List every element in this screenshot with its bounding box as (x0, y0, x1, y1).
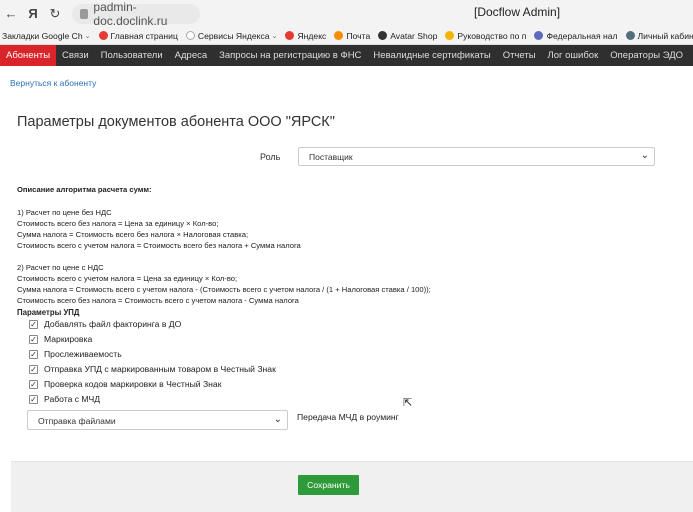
nav-item[interactable]: Лог ошибок (542, 45, 605, 66)
algo-block2-title: 2) Расчет по цене с НДС (17, 263, 104, 272)
checkbox-label: Работа с МЧД (44, 394, 101, 404)
lock-icon (80, 8, 89, 19)
reload-icon[interactable]: ↻ (44, 3, 66, 25)
algo-block1-title: 1) Расчет по цене без НДС (17, 208, 112, 217)
bookmark-item[interactable]: Avatar Shop (378, 31, 437, 41)
bookmark-favicon-icon (625, 31, 635, 40)
upd-params-title: Параметры УПД (17, 308, 80, 317)
bookmark-item[interactable]: Личный кабинет (625, 30, 693, 41)
algo-block2-line1: Стоимость всего с учетом налога = Цена з… (17, 274, 238, 283)
page-title: Параметры документов абонента ООО "ЯРСК" (17, 114, 335, 130)
back-to-subscriber-link[interactable]: Вернуться к абоненту (10, 78, 96, 88)
mchd-transfer-select[interactable]: Отправка файлами ⌄ (27, 410, 288, 430)
nav-item[interactable]: Пользователи (95, 45, 169, 66)
nav-item[interactable]: Отчеты (497, 45, 542, 66)
yandex-icon[interactable]: Я (22, 3, 44, 25)
bookmark-favicon-icon (185, 31, 195, 40)
save-button[interactable]: Сохранить (298, 475, 359, 495)
upd-option: ✓ Отправка УПД с маркированным товаром в … (29, 364, 276, 374)
back-arrow-icon[interactable]: ← (0, 3, 22, 25)
bookmark-item[interactable]: Почта (334, 31, 370, 41)
algorithm-title: Описание алгоритма расчета сумм: (17, 185, 152, 194)
bookmark-item[interactable]: Федеральная нал (534, 30, 618, 41)
nav-item[interactable]: E-mail поста (689, 45, 693, 66)
bookmark-label: Почта (346, 30, 371, 41)
chevron-down-icon: ⌄ (273, 414, 282, 425)
bookmark-favicon-icon (378, 31, 388, 40)
algo-block2-line3: Стоимость всего без налога = Стоимость в… (17, 296, 299, 305)
checkbox[interactable]: ✓ (29, 379, 38, 389)
bookmark-label: Avatar Shop (390, 30, 438, 41)
bookmark-label: Закладки Google Ch (2, 30, 83, 41)
checkbox-label: Прослеживаемость (44, 349, 122, 359)
address-bar[interactable]: padmin-doc.doclink.ru (72, 0, 200, 28)
checkbox[interactable]: ✓ (29, 349, 38, 359)
algo-block1-line2: Сумма налога = Стоимость всего без налог… (17, 230, 249, 239)
bookmark-item[interactable]: Главная страниц (98, 30, 178, 41)
upd-option: ✓ Добавлять файл факторинга в ДО (29, 319, 181, 329)
bookmark-favicon-icon (334, 31, 344, 40)
checkbox-label: Маркировка (44, 334, 93, 344)
mchd-select-value: Отправка файлами (38, 416, 116, 426)
browser-page-title: [Docflow Admin] (474, 5, 561, 19)
bookmark-favicon-icon (98, 31, 108, 40)
algo-block1-line3: Стоимость всего с учетом налога = Стоимо… (17, 241, 301, 250)
bookmark-favicon-icon (445, 31, 455, 40)
algo-block1-line1: Стоимость всего без налога = Цена за еди… (17, 219, 219, 228)
checkbox[interactable]: ✓ (29, 334, 38, 344)
browser-toolbar: ← Я ↻ padmin-doc.doclink.ru (0, 0, 693, 28)
role-select-value: Поставщик (309, 152, 353, 162)
checkbox-label: Отправка УПД с маркированным товаром в Ч… (44, 364, 276, 374)
checkbox-label: Добавлять файл факторинга в ДО (44, 319, 182, 329)
algo-block2-line2: Сумма налога = Стоимость всего с учетом … (17, 285, 431, 294)
bookmark-item[interactable]: Сервисы Яндекса ⌄ (185, 30, 278, 41)
chevron-down-icon: ⌄ (84, 32, 91, 40)
role-select[interactable]: Поставщик ⌄ (298, 147, 655, 166)
bookmark-label: Главная страниц (110, 30, 178, 41)
checkbox[interactable]: ✓ (29, 394, 38, 404)
role-label: Роль (260, 152, 281, 162)
bookmark-item[interactable]: Яндекс (285, 31, 326, 41)
checkbox[interactable]: ✓ (29, 319, 38, 329)
nav-item[interactable]: Связи (56, 45, 95, 66)
url-text: padmin-doc.doclink.ru (93, 0, 168, 28)
bookmark-favicon-icon (534, 31, 544, 40)
bookmarks-bar: Закладки Google Ch ⌄ Главная страниц Сервис… (0, 27, 693, 45)
nav-item[interactable]: Операторы ЭДО (604, 45, 689, 66)
upd-option: ✓ Прослеживаемость (29, 349, 122, 359)
upd-option: ✓ Маркировка (29, 334, 92, 344)
bookmark-item[interactable]: Руководство по п (445, 31, 526, 41)
bookmark-label: Личный кабинет (637, 30, 693, 41)
upd-option: ✓ Проверка кодов маркировки в Честный Зна… (29, 379, 221, 389)
nav-item[interactable]: Абоненты (0, 45, 57, 66)
bookmark-item[interactable]: Закладки Google Ch ⌄ (2, 31, 91, 41)
chevron-down-icon: ⌄ (271, 32, 278, 40)
bookmark-favicon-icon (285, 31, 295, 40)
bookmark-label: Федеральная нал (546, 30, 618, 41)
bookmark-label: Руководство по п (457, 30, 527, 41)
mchd-roaming-label: Передача МЧД в роуминг (297, 412, 399, 422)
bookmark-label: Сервисы Яндекса (197, 30, 270, 41)
nav-item[interactable]: Невалидные сертификаты (367, 45, 496, 66)
mouse-cursor-icon: ⇱ (403, 397, 413, 409)
chevron-down-icon: ⌄ (640, 150, 649, 161)
bookmark-label: Яндекс (297, 30, 327, 41)
upd-option: ✓ Работа с МЧД (29, 394, 100, 404)
main-content: Вернуться к абоненту Параметры документо… (0, 66, 693, 512)
main-nav: Абоненты Связи Пользователи Адреса Запросы н… (0, 45, 693, 66)
nav-item[interactable]: Адреса (169, 45, 213, 66)
nav-item[interactable]: Запросы на регистрацию в ФНС (213, 45, 367, 66)
checkbox-label: Проверка кодов маркировки в Честный Знак (44, 379, 222, 389)
checkbox[interactable]: ✓ (29, 364, 38, 374)
